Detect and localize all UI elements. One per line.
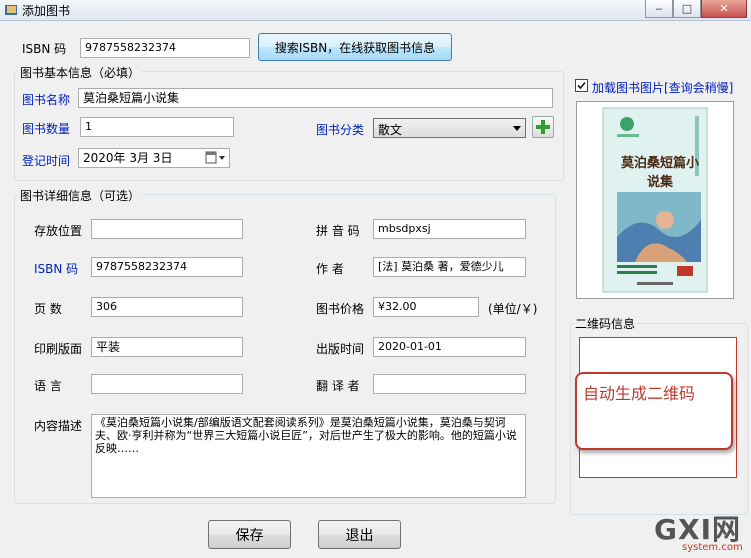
watermark-subtext: system.com xyxy=(682,542,743,553)
isbn-top-label: ISBN 码 xyxy=(22,42,67,56)
book-cover-image xyxy=(602,107,708,293)
author-input[interactable]: [法] 莫泊桑 著，爱德少儿 xyxy=(373,257,526,277)
close-button[interactable]: ✕ xyxy=(701,0,747,18)
basic-info-title: 图书基本信息（必填） xyxy=(18,64,143,81)
qr-group-title: 二维码信息 xyxy=(573,315,638,332)
site-watermark: GXI网 system.com xyxy=(652,508,748,556)
category-value: 散文 xyxy=(378,123,403,137)
detail-info-title: 图书详细信息（可选） xyxy=(18,187,143,204)
isbn-top-input[interactable]: 9787558232374 xyxy=(80,38,250,58)
load-image-checkbox[interactable] xyxy=(575,79,588,92)
isbn-input[interactable]: 9787558232374 xyxy=(91,257,243,277)
window-title: 添加图书 xyxy=(22,4,71,18)
category-label: 图书分类 xyxy=(316,123,365,137)
qr-placeholder-callout: 自动生成二维码 xyxy=(575,372,733,450)
add-category-button[interactable] xyxy=(532,116,554,138)
book-name-input[interactable]: 莫泊桑短篇小说集 xyxy=(78,88,553,108)
location-label: 存放位置 xyxy=(34,224,83,238)
binding-label: 印刷版面 xyxy=(34,342,83,356)
maximize-button[interactable]: □ xyxy=(673,0,701,18)
qr-placeholder-text: 自动生成二维码 xyxy=(583,384,696,403)
register-date-label: 登记时间 xyxy=(22,154,71,168)
isbn-label: ISBN 码 xyxy=(34,262,79,276)
translator-label: 翻 译 者 xyxy=(316,379,360,393)
price-input[interactable]: ¥32.00 xyxy=(373,297,479,317)
load-image-label[interactable]: 加载图书图片[查询会稍慢] xyxy=(592,79,733,96)
pinyin-input[interactable]: mbsdpxsj xyxy=(373,219,526,239)
check-icon xyxy=(577,81,586,90)
location-input[interactable] xyxy=(91,219,243,239)
pages-label: 页 数 xyxy=(34,302,62,316)
pages-input[interactable]: 306 xyxy=(91,297,243,317)
description-label: 内容描述 xyxy=(34,419,83,433)
cover-book-title: 莫泊桑短篇小说集 xyxy=(621,156,700,190)
chevron-down-icon xyxy=(513,126,521,131)
language-label: 语 言 xyxy=(34,379,62,393)
price-label: 图书价格 xyxy=(316,302,365,316)
save-button[interactable]: 保存 xyxy=(208,520,291,549)
book-name-label: 图书名称 xyxy=(22,93,71,107)
title-bar: 添加图书 ‒ □ ✕ xyxy=(0,0,751,21)
binding-input[interactable]: 平装 xyxy=(91,337,243,357)
cover-image-frame: 莫泊桑短篇小说集 xyxy=(576,101,734,299)
language-input[interactable] xyxy=(91,374,243,394)
book-icon xyxy=(5,5,17,15)
description-textarea[interactable]: 《莫泊桑短篇小说集/部编版语文配套阅读系列》是莫泊桑短篇小说集，莫泊桑与契诃夫、… xyxy=(91,414,526,498)
translator-input[interactable] xyxy=(373,374,526,394)
pinyin-label: 拼 音 码 xyxy=(316,224,360,238)
pubdate-input[interactable]: 2020-01-01 xyxy=(373,337,526,357)
book-qty-input[interactable]: 1 xyxy=(80,117,234,137)
calendar-dropdown-icon[interactable] xyxy=(205,151,227,165)
exit-button[interactable]: 退出 xyxy=(318,520,401,549)
book-qty-label: 图书数量 xyxy=(22,122,71,136)
plus-icon xyxy=(536,120,550,134)
price-unit-label: (单位/￥) xyxy=(488,302,538,316)
search-isbn-button[interactable]: 搜索ISBN，在线获取图书信息 xyxy=(258,33,452,61)
author-label: 作 者 xyxy=(316,262,344,276)
pubdate-label: 出版时间 xyxy=(316,342,365,356)
register-date-value: 2020年 3月 3日 xyxy=(83,151,173,165)
minimize-button[interactable]: ‒ xyxy=(645,0,673,18)
category-select[interactable]: 散文 xyxy=(373,118,526,138)
